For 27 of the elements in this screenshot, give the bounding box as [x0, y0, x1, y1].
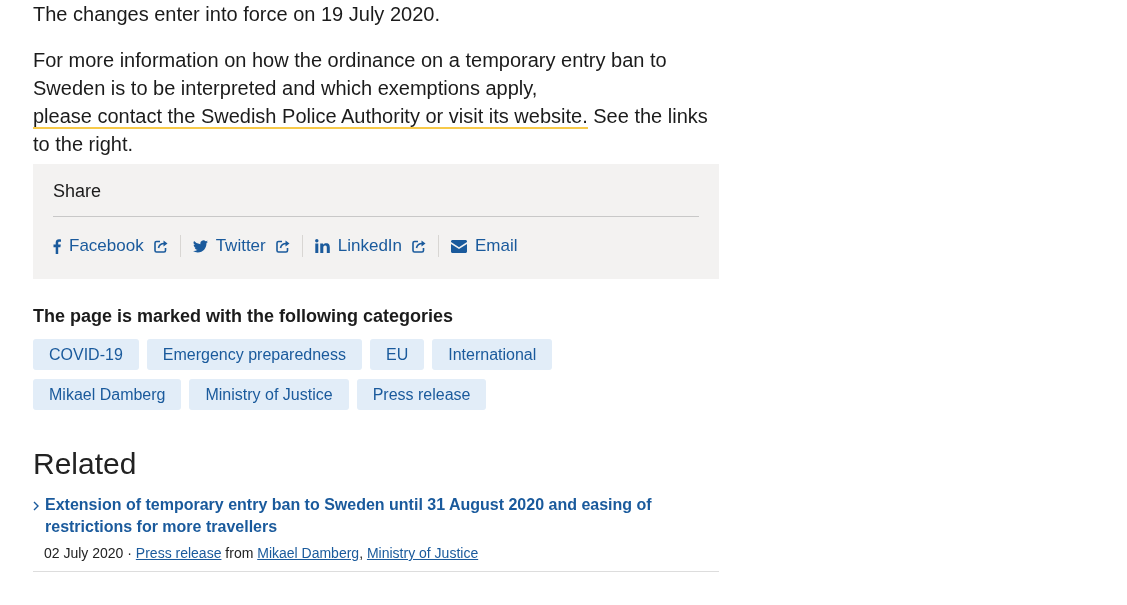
category-tag[interactable]: Emergency preparedness: [146, 339, 362, 370]
related-link[interactable]: Extension of temporary entry ban to Sweden until 31 August 2020 and easing of restrictions for more travellers: [45, 494, 719, 538]
category-tag[interactable]: Press release: [356, 379, 487, 410]
category-tag[interactable]: Ministry of Justice: [189, 379, 349, 410]
facebook-share-link[interactable]: Facebook: [53, 235, 180, 257]
paragraph: The changes enter into force on 19 July 2020.: [33, 2, 441, 27]
envelope-icon: [451, 239, 467, 253]
bird-icon: [192, 239, 208, 253]
facebook-icon: [53, 238, 61, 254]
contact-link[interactable]: please contact the Swedish Police Authority or visit its website.: [33, 105, 588, 129]
meta-line: 02 July 2020 · Press release from Mikael Damberg, Ministry of Justice: [44, 544, 480, 563]
email-share-link[interactable]: Email: [438, 235, 532, 257]
related-heading: Related: [33, 446, 138, 482]
twitter-share-link[interactable]: Twitter: [179, 235, 302, 257]
category-tag[interactable]: COVID-19: [33, 339, 139, 370]
share-heading: Share: [53, 180, 699, 217]
linkedin-icon: [314, 239, 330, 253]
category-tag[interactable]: Mikael Damberg: [33, 379, 182, 410]
author-link[interactable]: Ministry of Justice: [366, 545, 479, 561]
linkedin-share-link[interactable]: LinkedIn: [301, 235, 438, 257]
category-tag[interactable]: EU: [370, 339, 425, 370]
chevron-icon: [33, 501, 39, 511]
author-link[interactable]: Mikael Damberg: [257, 545, 360, 561]
categories-heading: The page is marked with the following categories: [33, 305, 455, 327]
category-tag[interactable]: International: [432, 339, 553, 370]
type-link[interactable]: Press release: [135, 545, 222, 561]
paragraph: For more information on how the ordinance on a temporary entry ban to Sweden is to be interpreted and which exemptions apply, please contact the Swedish Police Authority or visit its website. See the links to the right.: [33, 48, 709, 157]
